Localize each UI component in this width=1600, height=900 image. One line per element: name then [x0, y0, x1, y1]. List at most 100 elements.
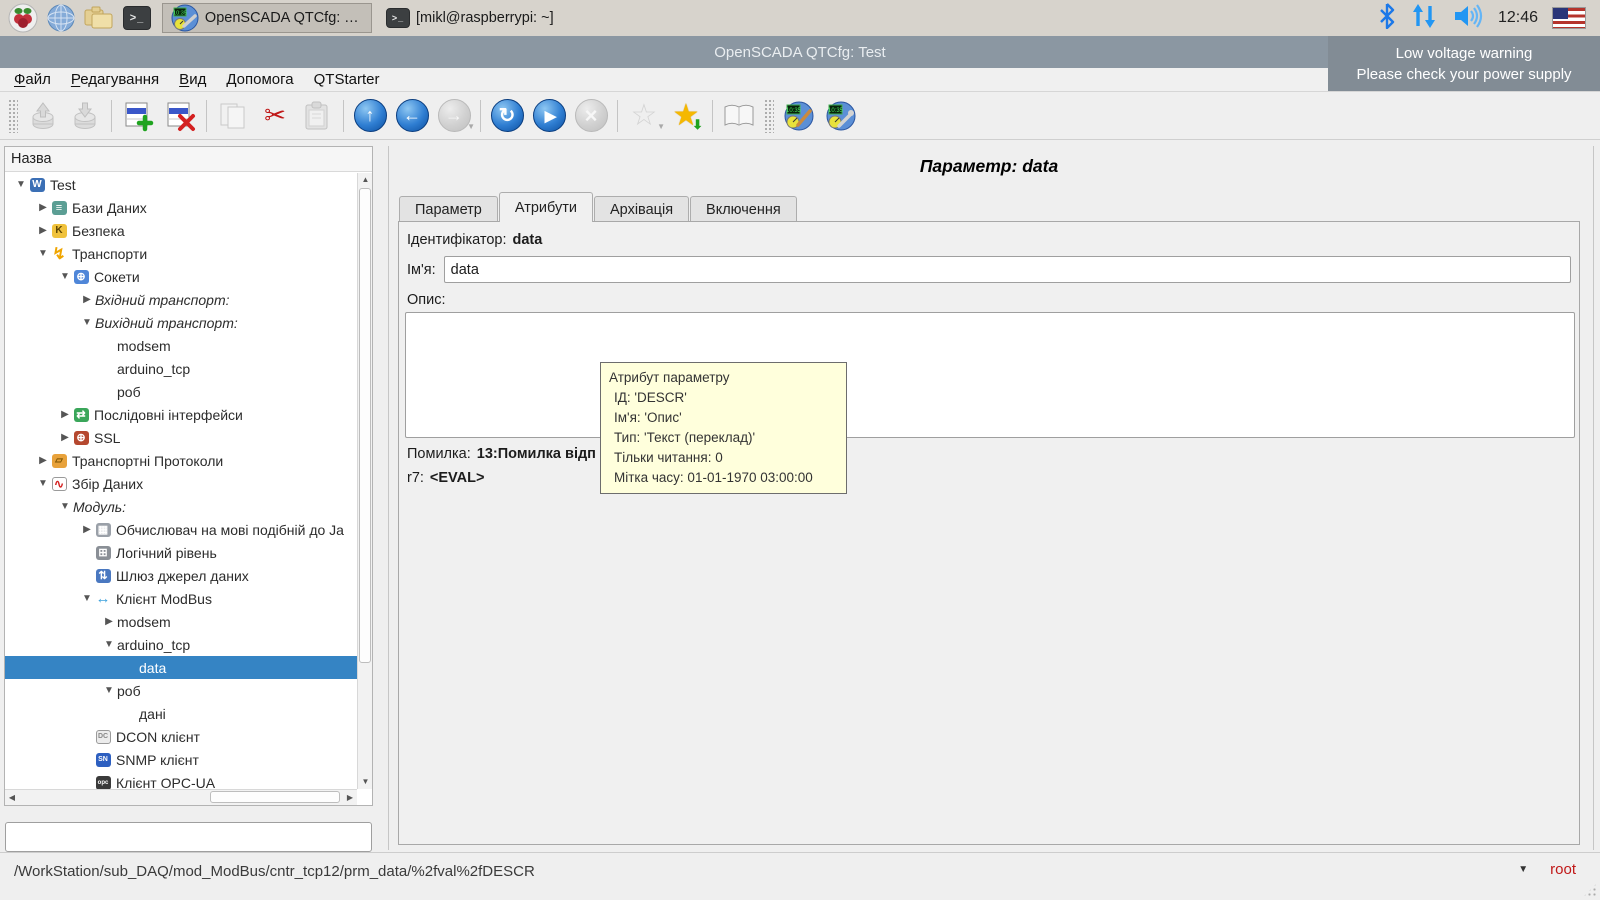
expand-arrow-icon[interactable]: ▶: [35, 202, 51, 213]
name-label: Ім'я:: [407, 262, 436, 278]
expand-arrow-icon[interactable]: ▶: [35, 455, 51, 466]
tree-item-роб[interactable]: ▼роб: [5, 679, 357, 702]
collapse-arrow-icon[interactable]: ▼: [13, 179, 29, 190]
add-favorite-button[interactable]: ★⬇: [665, 95, 707, 137]
tree-item-Транспорти[interactable]: ▼↯Транспорти: [5, 242, 357, 265]
tree-item-arduino_tcp[interactable]: ▼arduino_tcp: [5, 633, 357, 656]
tree-item-Модуль:[interactable]: ▼Модуль:: [5, 495, 357, 518]
tree-item-Вхідний транспорт:[interactable]: ▶Вхідний транспорт:: [5, 288, 357, 311]
tree-item-Вихідний транспорт:[interactable]: ▼Вихідний транспорт:: [5, 311, 357, 334]
tab-Архівація[interactable]: Архівація: [594, 196, 689, 222]
refresh-button[interactable]: ↻: [486, 95, 528, 137]
collapse-arrow-icon[interactable]: ▼: [79, 317, 95, 328]
back-button[interactable]: ←: [391, 95, 433, 137]
error-row: Помилка: 13:Помилка відп: [407, 446, 596, 462]
scroll-down-arrow[interactable]: ▼: [358, 775, 373, 789]
scroll-right-arrow[interactable]: ▶: [343, 790, 357, 805]
window-title: OpenSCADA QTCfg: Test: [714, 44, 885, 61]
menu-3[interactable]: Допомога: [216, 70, 303, 89]
tree-vertical-scrollbar[interactable]: ▲ ▼: [357, 173, 372, 789]
collapse-arrow-icon[interactable]: ▼: [101, 639, 117, 650]
tree-item-Послідовні інтерфейси[interactable]: ▶⇄Послідовні інтерфейси: [5, 403, 357, 426]
tree-item-DCON клієнт[interactable]: DCDCON клієнт: [5, 725, 357, 748]
tree-item-Test[interactable]: ▼WTest: [5, 173, 357, 196]
scroll-up-arrow[interactable]: ▲: [358, 173, 373, 187]
menu-4[interactable]: QTStarter: [304, 70, 390, 89]
up-button[interactable]: ↑: [349, 95, 391, 137]
security-icon: K: [51, 223, 67, 238]
tree-item-Сокети[interactable]: ▼⊕Сокети: [5, 265, 357, 288]
tree-item-роб[interactable]: роб: [5, 380, 357, 403]
web-browser-icon[interactable]: [44, 2, 78, 34]
tree-item-Обчислювач на мові подібній до Ja[interactable]: ▶▦Обчислювач на мові подібній до Ja: [5, 518, 357, 541]
rpi-menu-icon[interactable]: [6, 2, 40, 34]
toolbar-grip[interactable]: [8, 99, 18, 133]
scroll-thumb[interactable]: [210, 791, 340, 803]
collapse-arrow-icon[interactable]: ▼: [57, 271, 73, 282]
identifier-row: Ідентифікатор: data: [407, 232, 542, 248]
tree-item-arduino_tcp[interactable]: arduino_tcp: [5, 357, 357, 380]
error-value: 13:Помилка відп: [477, 446, 596, 462]
manual-button[interactable]: [718, 95, 760, 137]
tree-item-Клієнт OPC-UA[interactable]: opcКлієнт OPC-UA: [5, 771, 357, 789]
tab-Параметр[interactable]: Параметр: [399, 196, 498, 222]
collapse-arrow-icon[interactable]: ▼: [57, 501, 73, 512]
add-item-button[interactable]: [117, 95, 159, 137]
tree-horizontal-scrollbar[interactable]: ◀ ▶: [5, 789, 357, 805]
terminal-launcher-icon[interactable]: >_: [120, 2, 154, 34]
file-manager-icon[interactable]: [82, 2, 116, 34]
collapse-arrow-icon[interactable]: ▼: [35, 248, 51, 259]
expand-arrow-icon[interactable]: ▶: [57, 432, 73, 443]
clock: 12:46: [1498, 9, 1538, 27]
tree-item-Транспортні Протоколи[interactable]: ▶▱Транспортні Протоколи: [5, 449, 357, 472]
expand-arrow-icon[interactable]: ▶: [79, 294, 95, 305]
expand-arrow-icon[interactable]: ▶: [35, 225, 51, 236]
tree-item-data[interactable]: data: [5, 656, 357, 679]
description-textarea[interactable]: [405, 312, 1575, 438]
tree-item-modsem[interactable]: ▶modsem: [5, 610, 357, 633]
chevron-down-icon[interactable]: ▼: [1518, 864, 1528, 875]
stop-updating-button: ×: [570, 95, 612, 137]
user-selector[interactable]: ▼ root: [1518, 861, 1576, 878]
toolbar-grip[interactable]: [764, 99, 774, 133]
name-row: Ім'я:: [407, 256, 1571, 283]
expand-arrow-icon[interactable]: ▶: [57, 409, 73, 420]
taskbar-window-1[interactable]: >_[mikl@raspberrypi: ~]: [378, 3, 562, 33]
tree-item-Клієнт ModBus[interactable]: ▼↔Клієнт ModBus: [5, 587, 357, 610]
delete-item-button[interactable]: [159, 95, 201, 137]
load-from-db-button: [22, 95, 64, 137]
tree-item-SNMP клієнт[interactable]: SNSNMP клієнт: [5, 748, 357, 771]
collapse-arrow-icon[interactable]: ▼: [101, 685, 117, 696]
tree-item-SSL[interactable]: ▶⊕SSL: [5, 426, 357, 449]
openscada-edit-button[interactable]: 10:35: [778, 95, 820, 137]
collapse-arrow-icon[interactable]: ▼: [35, 478, 51, 489]
expand-arrow-icon[interactable]: ▶: [79, 524, 95, 535]
tree-item-Безпека[interactable]: ▶KБезпека: [5, 219, 357, 242]
name-input[interactable]: [444, 256, 1571, 283]
tree-filter-input[interactable]: [5, 822, 372, 852]
resize-grip[interactable]: [1582, 882, 1598, 898]
scroll-thumb[interactable]: [359, 188, 371, 663]
expand-arrow-icon[interactable]: ▶: [101, 616, 117, 627]
tab-Включення[interactable]: Включення: [690, 196, 797, 222]
collapse-arrow-icon[interactable]: ▼: [79, 593, 95, 604]
cut-item-button[interactable]: ✂: [254, 95, 296, 137]
volume-icon[interactable]: [1452, 3, 1484, 34]
tab-Атрибути[interactable]: Атрибути: [499, 192, 593, 222]
start-updating-button[interactable]: ▶: [528, 95, 570, 137]
taskbar-window-0[interactable]: 10:35OpenSCADA QTCfg: T...: [162, 3, 372, 33]
menu-2[interactable]: Вид: [169, 70, 216, 89]
tree-item-Збір Даних[interactable]: ▼∿Збір Даних: [5, 472, 357, 495]
tree-item-modsem[interactable]: modsem: [5, 334, 357, 357]
tree-item-дані[interactable]: дані: [5, 702, 357, 725]
scroll-left-arrow[interactable]: ◀: [5, 790, 19, 805]
tree-item-Шлюз джерел даних[interactable]: ⇅Шлюз джерел даних: [5, 564, 357, 587]
tree-item-Логічний рівень[interactable]: ⊞Логічний рівень: [5, 541, 357, 564]
us-flag-icon[interactable]: [1552, 7, 1586, 29]
menu-1[interactable]: Редагування: [61, 70, 169, 89]
network-traffic-icon[interactable]: [1410, 3, 1438, 34]
menu-0[interactable]: Файл: [4, 70, 61, 89]
openscada-tools-button[interactable]: 10:35: [820, 95, 862, 137]
tree-item-Бази Даних[interactable]: ▶≡Бази Даних: [5, 196, 357, 219]
bluetooth-icon[interactable]: [1378, 3, 1396, 34]
